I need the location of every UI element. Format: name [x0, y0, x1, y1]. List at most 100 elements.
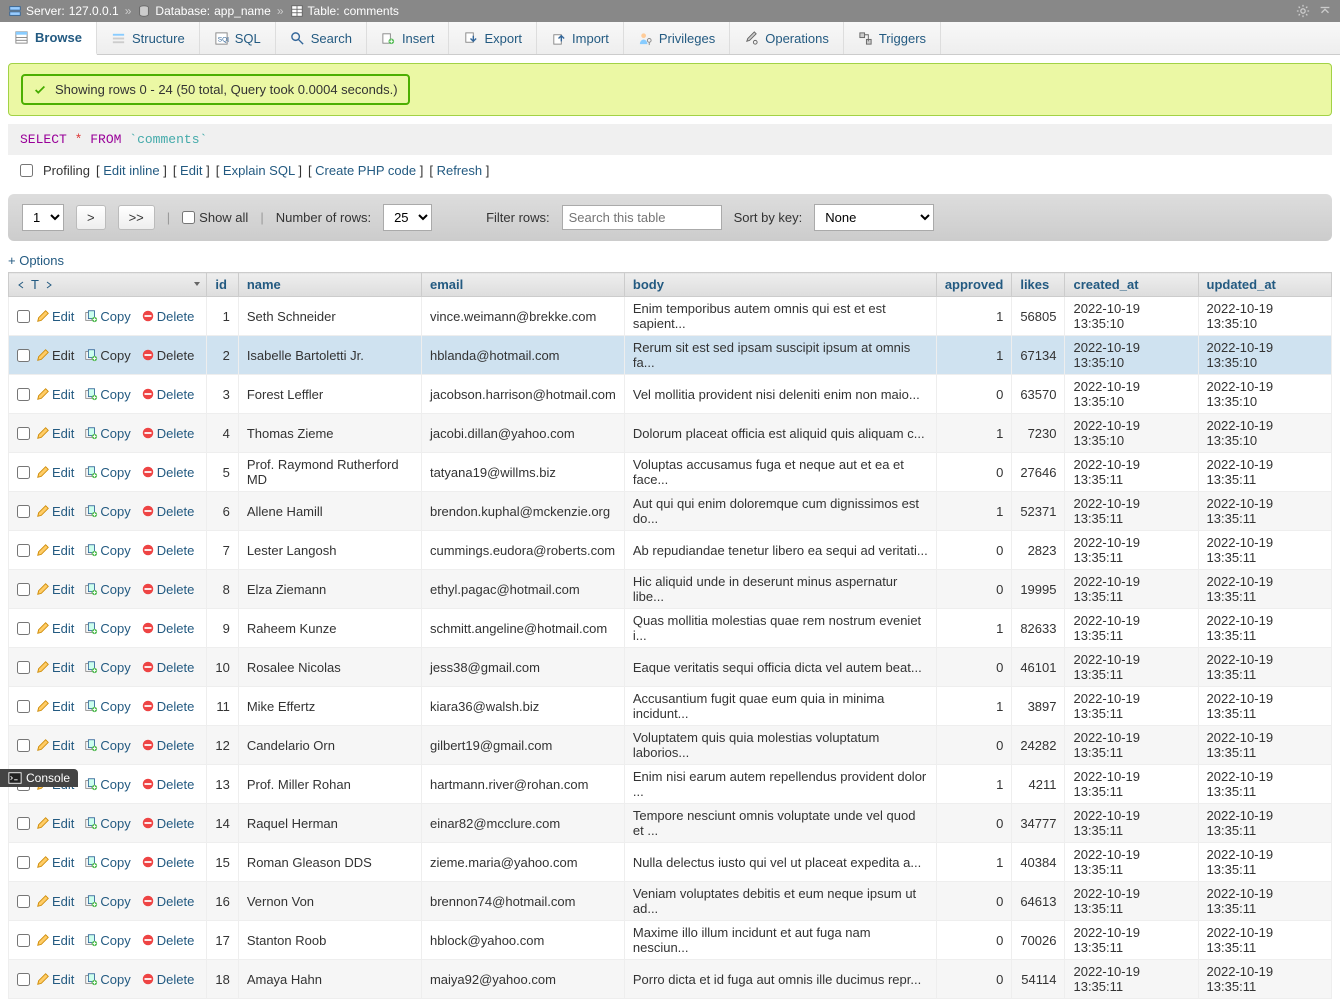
copy-action[interactable]: Copy — [84, 933, 130, 948]
edit-inline-link[interactable]: Edit inline — [103, 163, 159, 178]
delete-action[interactable]: Delete — [141, 465, 195, 480]
copy-action[interactable]: Copy — [84, 816, 130, 831]
delete-action[interactable]: Delete — [141, 699, 195, 714]
tab-search[interactable]: Search — [276, 22, 367, 54]
row-checkbox[interactable] — [17, 856, 30, 869]
th-name[interactable]: name — [238, 273, 421, 297]
options-link[interactable]: + Options — [8, 249, 64, 272]
edit-action[interactable]: Edit — [36, 309, 74, 324]
row-checkbox[interactable] — [17, 817, 30, 830]
delete-action[interactable]: Delete — [141, 933, 195, 948]
edit-action[interactable]: Edit — [36, 660, 74, 675]
copy-action[interactable]: Copy — [84, 699, 130, 714]
rows-select[interactable]: 25 — [383, 204, 432, 231]
edit-action[interactable]: Edit — [36, 504, 74, 519]
delete-action[interactable]: Delete — [141, 660, 195, 675]
refresh-link[interactable]: Refresh — [437, 163, 483, 178]
arrow-left-icon[interactable] — [17, 280, 27, 290]
edit-action[interactable]: Edit — [36, 465, 74, 480]
tab-browse[interactable]: Browse — [0, 22, 97, 55]
copy-action[interactable]: Copy — [84, 387, 130, 402]
edit-action[interactable]: Edit — [36, 972, 74, 987]
filter-input[interactable] — [562, 205, 722, 230]
dropdown-icon[interactable] — [192, 279, 202, 289]
row-checkbox[interactable] — [17, 544, 30, 557]
th-created-at[interactable]: created_at — [1065, 273, 1198, 297]
copy-action[interactable]: Copy — [84, 309, 130, 324]
row-checkbox[interactable] — [17, 973, 30, 986]
delete-action[interactable]: Delete — [141, 387, 195, 402]
edit-action[interactable]: Edit — [36, 621, 74, 636]
tab-privileges[interactable]: Privileges — [624, 22, 730, 54]
edit-action[interactable]: Edit — [36, 894, 74, 909]
delete-action[interactable]: Delete — [141, 426, 195, 441]
last-page-button[interactable]: >> — [118, 205, 155, 230]
row-checkbox[interactable] — [17, 700, 30, 713]
tab-triggers[interactable]: Triggers — [844, 22, 941, 54]
delete-action[interactable]: Delete — [141, 348, 195, 363]
sort-select[interactable]: None — [814, 204, 934, 231]
th-id[interactable]: id — [207, 273, 238, 297]
tab-insert[interactable]: Insert — [367, 22, 450, 54]
next-page-button[interactable]: > — [76, 205, 106, 230]
delete-action[interactable]: Delete — [141, 855, 195, 870]
copy-action[interactable]: Copy — [84, 972, 130, 987]
row-checkbox[interactable] — [17, 427, 30, 440]
edit-action[interactable]: Edit — [36, 699, 74, 714]
edit-action[interactable]: Edit — [36, 816, 74, 831]
row-checkbox[interactable] — [17, 310, 30, 323]
row-checkbox[interactable] — [17, 895, 30, 908]
copy-action[interactable]: Copy — [84, 348, 130, 363]
edit-action[interactable]: Edit — [36, 738, 74, 753]
row-checkbox[interactable] — [17, 934, 30, 947]
copy-action[interactable]: Copy — [84, 582, 130, 597]
tab-operations[interactable]: Operations — [730, 22, 844, 54]
edit-action[interactable]: Edit — [36, 426, 74, 441]
gear-icon[interactable] — [1296, 4, 1310, 18]
copy-action[interactable]: Copy — [84, 855, 130, 870]
delete-action[interactable]: Delete — [141, 309, 195, 324]
copy-action[interactable]: Copy — [84, 621, 130, 636]
arrow-right-icon[interactable] — [43, 280, 53, 290]
breadcrumb-database[interactable]: Database: app_name — [137, 4, 270, 18]
row-checkbox[interactable] — [17, 622, 30, 635]
delete-action[interactable]: Delete — [141, 894, 195, 909]
row-checkbox[interactable] — [17, 583, 30, 596]
row-checkbox[interactable] — [17, 661, 30, 674]
edit-link[interactable]: Edit — [180, 163, 202, 178]
row-checkbox[interactable] — [17, 349, 30, 362]
edit-action[interactable]: Edit — [36, 582, 74, 597]
copy-action[interactable]: Copy — [84, 660, 130, 675]
delete-action[interactable]: Delete — [141, 504, 195, 519]
row-checkbox[interactable] — [17, 739, 30, 752]
th-likes[interactable]: likes — [1012, 273, 1065, 297]
tab-import[interactable]: Import — [537, 22, 624, 54]
edit-action[interactable]: Edit — [36, 387, 74, 402]
edit-action[interactable]: Edit — [36, 933, 74, 948]
row-checkbox[interactable] — [17, 466, 30, 479]
copy-action[interactable]: Copy — [84, 504, 130, 519]
tab-export[interactable]: Export — [449, 22, 537, 54]
copy-action[interactable]: Copy — [84, 738, 130, 753]
th-email[interactable]: email — [421, 273, 624, 297]
profiling-checkbox[interactable] — [20, 164, 33, 177]
breadcrumb-server[interactable]: Server: 127.0.0.1 — [8, 4, 119, 18]
th-updated-at[interactable]: updated_at — [1198, 273, 1331, 297]
create-php-link[interactable]: Create PHP code — [315, 163, 416, 178]
delete-action[interactable]: Delete — [141, 777, 195, 792]
row-checkbox[interactable] — [17, 505, 30, 518]
show-all-checkbox[interactable] — [182, 211, 195, 224]
copy-action[interactable]: Copy — [84, 894, 130, 909]
th-body[interactable]: body — [624, 273, 936, 297]
copy-action[interactable]: Copy — [84, 777, 130, 792]
delete-action[interactable]: Delete — [141, 582, 195, 597]
console-bar[interactable]: Console — [0, 769, 78, 787]
page-select[interactable]: 1 — [22, 204, 64, 231]
delete-action[interactable]: Delete — [141, 972, 195, 987]
delete-action[interactable]: Delete — [141, 738, 195, 753]
copy-action[interactable]: Copy — [84, 543, 130, 558]
edit-action[interactable]: Edit — [36, 543, 74, 558]
edit-action[interactable]: Edit — [36, 855, 74, 870]
collapse-icon[interactable] — [1318, 4, 1332, 18]
breadcrumb-table[interactable]: Table: comments — [290, 4, 399, 18]
